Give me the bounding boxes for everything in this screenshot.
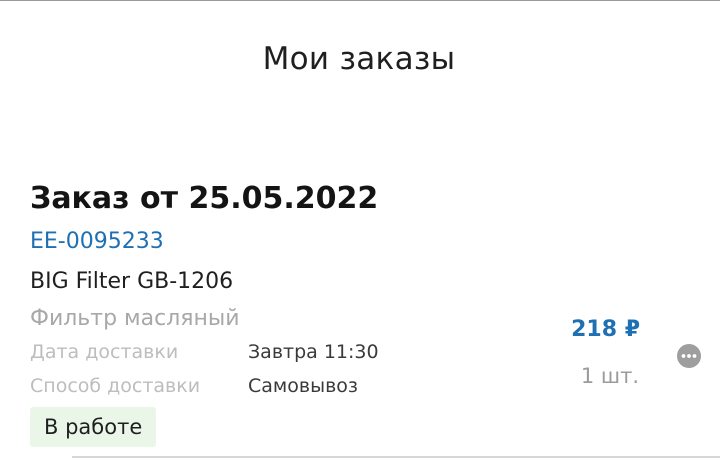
- order-quantity: 1 шт.: [580, 364, 639, 388]
- order-divider: [72, 456, 720, 458]
- delivery-method-value: Самовывоз: [248, 375, 358, 397]
- order-price: 218 ₽: [571, 317, 640, 342]
- delivery-method-label: Способ доставки: [30, 375, 201, 397]
- product-name: BIG Filter GB-1206: [30, 269, 234, 294]
- more-options-button[interactable]: [677, 344, 701, 368]
- page-title: Мои заказы: [262, 41, 456, 77]
- product-subtitle: Фильтр масляный: [30, 306, 240, 331]
- order-card[interactable]: Заказ от 25.05.2022 EE-0095233 BIG Filte…: [0, 171, 720, 460]
- order-number-link[interactable]: EE-0095233: [30, 229, 164, 254]
- status-badge: В работе: [30, 407, 157, 447]
- orders-screen: Мои заказы Заказ от 25.05.2022 EE-009523…: [0, 0, 720, 460]
- delivery-date-value: Завтра 11:30: [248, 341, 379, 363]
- order-title: Заказ от 25.05.2022: [30, 181, 379, 216]
- delivery-date-label: Дата доставки: [30, 341, 179, 363]
- more-horizontal-icon: [681, 354, 697, 358]
